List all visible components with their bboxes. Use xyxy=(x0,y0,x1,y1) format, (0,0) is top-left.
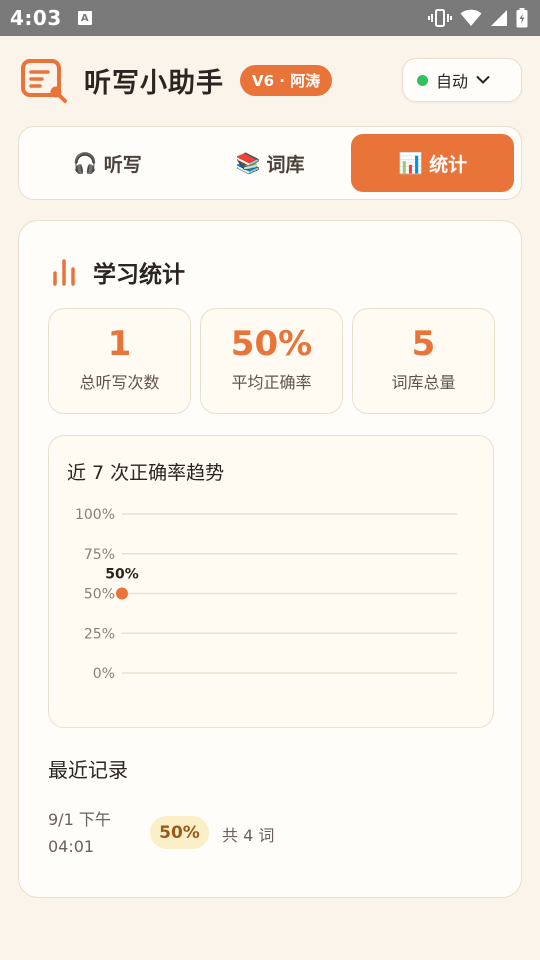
line-chart: 100% 75% 50% 25% 0% 50% xyxy=(75,507,457,682)
battery-icon xyxy=(516,8,528,28)
stat-label: 词库总量 xyxy=(391,373,456,392)
tab-bar: 🎧 听写 📚 词库 📊 统计 xyxy=(18,126,522,200)
accuracy-trend-chart: 近 7 次正确率趋势 100% 75% 50% 25% 0% 50% xyxy=(48,435,494,728)
wifi-icon xyxy=(460,9,482,27)
recent-records-title: 最近记录 xyxy=(48,758,128,782)
stat-label: 平均正确率 xyxy=(231,373,312,392)
notification-a-icon: A xyxy=(77,11,92,25)
data-label: 50% xyxy=(105,567,139,583)
chevron-down-icon xyxy=(476,76,490,84)
stat-word-bank-total: 5 词库总量 xyxy=(352,308,495,414)
tab-statistics[interactable]: 📊 统计 xyxy=(351,134,515,192)
y-tick-label: 0% xyxy=(93,666,115,682)
stat-label: 总听写次数 xyxy=(79,373,160,392)
status-time: 4:03 xyxy=(10,6,62,30)
mode-label: 自动 xyxy=(436,72,469,91)
y-tick-label: 100% xyxy=(75,507,115,523)
data-point xyxy=(116,587,128,600)
stat-total-dictations: 1 总听写次数 xyxy=(48,308,191,414)
status-dot-icon xyxy=(417,74,428,86)
tab-label: 词库 xyxy=(266,153,305,176)
status-bar: 4:03 A xyxy=(0,0,540,36)
tab-label: 听写 xyxy=(103,153,142,176)
record-date: 9/1 下午 04:01 xyxy=(48,806,128,860)
y-tick-label: 50% xyxy=(84,587,115,603)
statistics-card: 学习统计 1 总听写次数 50% 平均正确率 5 词库总量 近 7 次正确率趋势… xyxy=(18,220,522,898)
y-tick-label: 75% xyxy=(84,547,115,563)
app-title: 听写小助手 xyxy=(84,67,224,99)
record-word-count: 共 4 词 xyxy=(222,826,275,845)
app-logo-icon xyxy=(21,59,67,103)
mode-select[interactable]: 自动 xyxy=(402,58,522,102)
record-row[interactable]: 9/1 下午 04:01 50% 共 4 词 xyxy=(48,806,494,862)
stat-value: 1 xyxy=(107,324,132,364)
tab-dictation[interactable]: 🎧 听写 xyxy=(26,134,189,192)
books-icon: 📚 xyxy=(235,151,261,175)
tab-word-bank[interactable]: 📚 词库 xyxy=(189,134,352,192)
y-tick-label: 25% xyxy=(84,626,115,642)
stats-bars-icon xyxy=(53,259,75,286)
record-time-line: 04:01 xyxy=(48,837,95,856)
stat-value: 5 xyxy=(411,324,436,364)
version-badge: V6 · 阿涛 xyxy=(240,64,333,96)
app-header: 听写小助手 V6 · 阿涛 自动 xyxy=(20,56,522,104)
vibrate-icon xyxy=(428,9,452,27)
section-header: 学习统计 xyxy=(51,255,185,289)
stat-value: 50% xyxy=(230,324,313,364)
record-score-badge: 50% xyxy=(150,816,209,849)
headphones-icon: 🎧 xyxy=(72,151,98,175)
bar-chart-icon: 📊 xyxy=(398,151,424,175)
tab-label: 统计 xyxy=(429,153,468,176)
record-date-line: 9/1 下午 xyxy=(48,810,111,829)
section-title: 学习统计 xyxy=(93,262,185,288)
signal-icon xyxy=(491,10,507,26)
stat-average-accuracy: 50% 平均正确率 xyxy=(200,308,343,414)
